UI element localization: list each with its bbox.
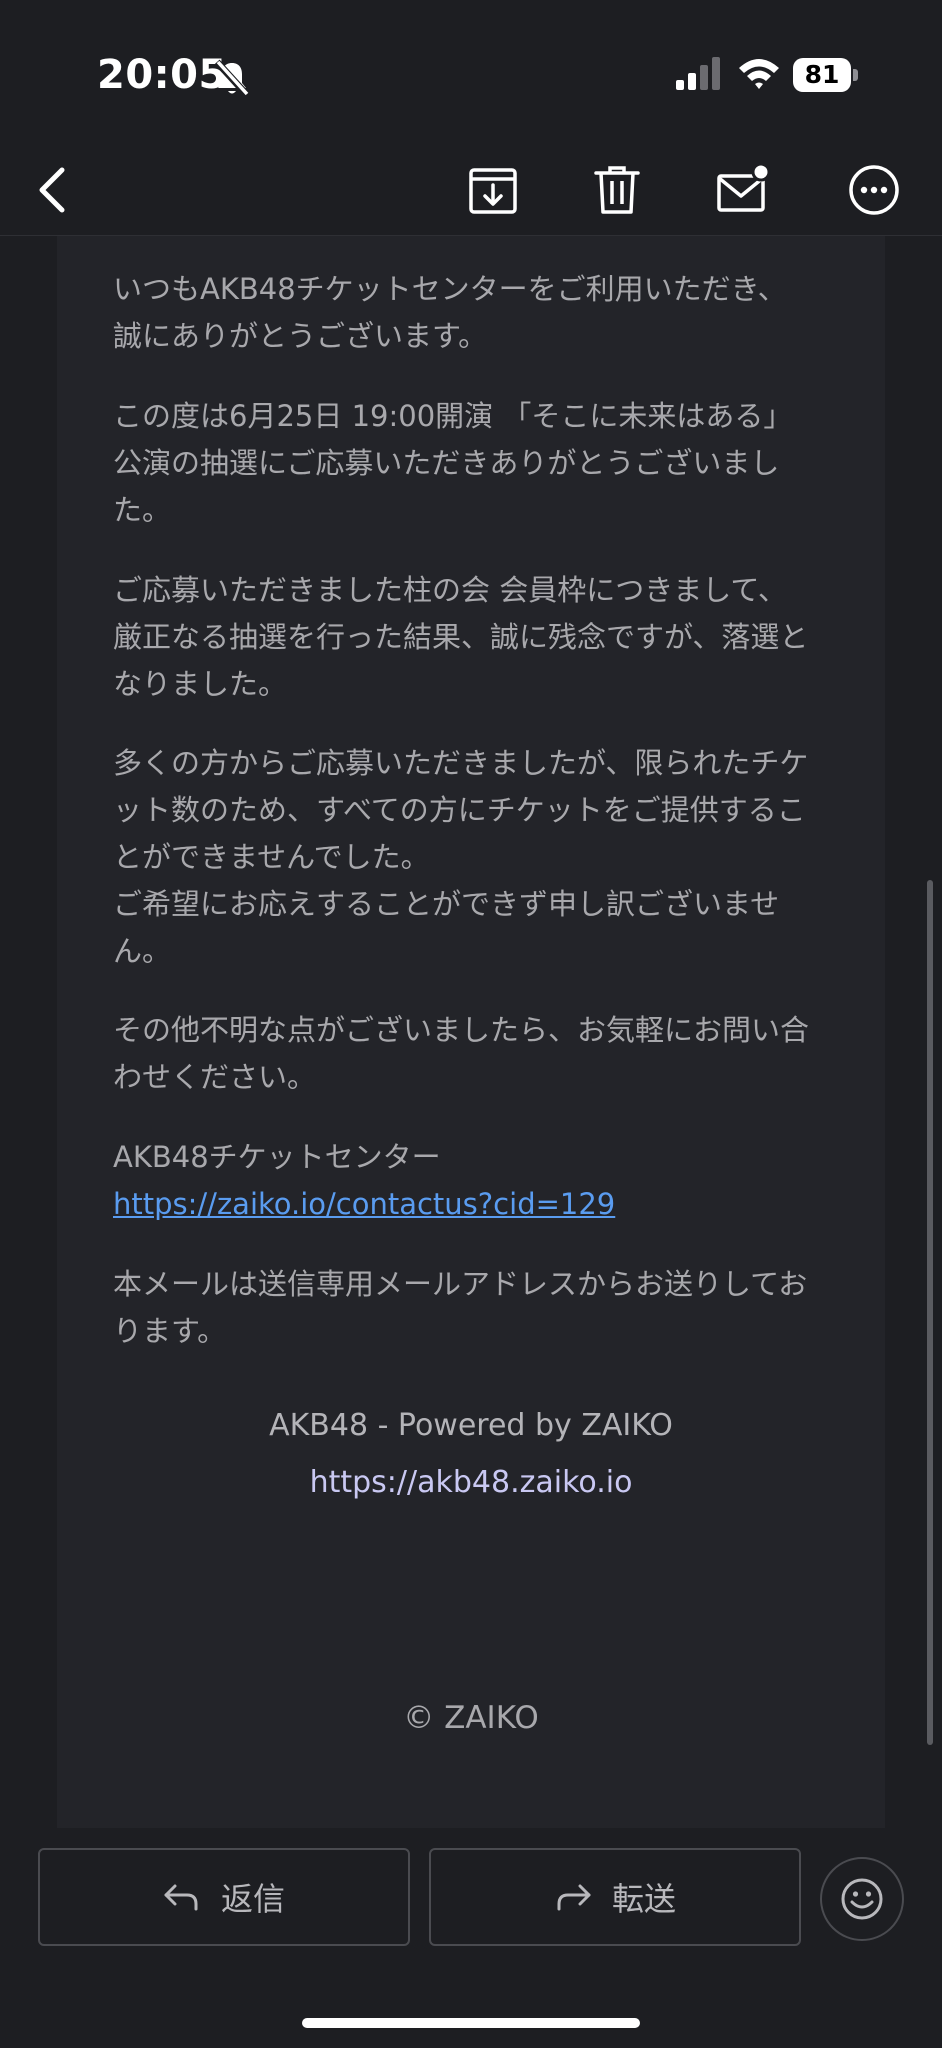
signal-icon xyxy=(676,57,720,90)
back-chevron-icon xyxy=(39,167,65,213)
copyright: © ZAIKO xyxy=(403,1700,539,1736)
wifi-icon xyxy=(739,59,779,89)
reply-label: 返信 xyxy=(220,1880,285,1918)
home-indicator xyxy=(302,2018,640,2028)
mail-unread-icon xyxy=(717,162,771,212)
more-icon xyxy=(849,165,899,215)
forward-button[interactable]: 転送 xyxy=(429,1848,801,1946)
forward-arrow-icon xyxy=(557,1884,591,1911)
emoji-icon xyxy=(841,1878,883,1920)
signature-name: AKB48チケットセンター xyxy=(113,1140,441,1174)
bell-slash-icon xyxy=(214,59,250,98)
signature: AKB48チケットセンター https://zaiko.io/contactus… xyxy=(113,1134,813,1228)
reply-button[interactable]: 返信 xyxy=(38,1848,410,1946)
paragraph-noreply: 本メールは送信専用メールアドレスからお送りしております。 xyxy=(113,1267,808,1348)
archive-button[interactable] xyxy=(453,150,533,230)
paragraph-contact: その他不明な点がございましたら、お気軽にお問い合わせください。 xyxy=(113,1013,810,1094)
trash-icon xyxy=(594,166,640,214)
battery-icon: 81 xyxy=(793,58,859,94)
contact-link[interactable]: https://zaiko.io/contactus?cid=129 xyxy=(113,1187,615,1221)
paragraph-greeting: いつもAKB48チケットセンターをご利用いただき、誠にありがとうございます。 xyxy=(113,272,787,353)
emoji-reaction-button[interactable] xyxy=(820,1857,904,1941)
forward-label: 転送 xyxy=(611,1880,676,1918)
footer-powered: AKB48 - Powered by ZAIKO xyxy=(269,1408,673,1443)
paragraph-apology: 多くの方からご応募いただきましたが、限られたチケット数のため、すべての方にチケッ… xyxy=(113,746,809,968)
paragraph-thanks: この度は6月25日 19:00開演 「そこに未来はある」公演の抽選にご応募いただ… xyxy=(113,399,793,527)
mark-unread-button[interactable] xyxy=(703,150,783,230)
battery-level: 81 xyxy=(804,60,840,89)
status-time: 20:05 xyxy=(97,52,227,98)
back-button[interactable] xyxy=(14,150,94,230)
delete-button[interactable] xyxy=(577,150,657,230)
archive-icon xyxy=(469,168,517,214)
scrollbar[interactable] xyxy=(927,880,933,1745)
status-bar: 20:05 81 xyxy=(0,0,942,150)
more-button[interactable] xyxy=(834,150,914,230)
footer-site-link[interactable]: https://akb48.zaiko.io xyxy=(57,1465,885,1500)
paragraph-result: ご応募いただきました柱の会 会員枠につきまして、厳正なる抽選を行った結果、誠に残… xyxy=(113,573,809,701)
reply-arrow-icon xyxy=(164,1884,198,1911)
